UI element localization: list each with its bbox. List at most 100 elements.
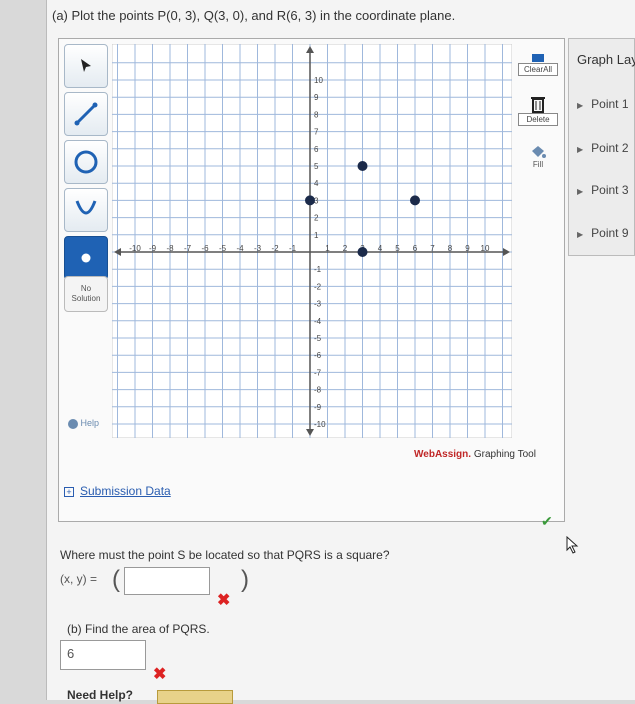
y-tick-label: -2	[314, 282, 322, 291]
y-tick-label: -1	[314, 265, 322, 274]
layer-item[interactable]: ▶ Point 1	[577, 97, 629, 111]
layer-item-label: Point 9	[591, 226, 629, 240]
y-tick-label: 1	[314, 231, 319, 240]
question-a-text: (a) Plot the points P(0, 3), Q(3, 0), an…	[52, 8, 456, 23]
delete-label: Delete	[518, 112, 558, 126]
layer-item[interactable]: ▶ Point 3	[577, 183, 629, 197]
fill-label: Fill	[532, 159, 544, 169]
x-tick-label: -5	[219, 244, 227, 253]
y-tick-label: 7	[314, 128, 319, 137]
submission-data-link[interactable]: + Submission Data	[64, 484, 171, 498]
layer-item[interactable]: ▶ Point 2	[577, 141, 629, 155]
y-tick-label: 8	[314, 110, 319, 119]
circle-icon	[74, 150, 98, 174]
square-question-text: Where must the point S be located so tha…	[60, 548, 390, 562]
plotted-point-p	[305, 195, 315, 206]
plotted-point-r	[357, 161, 368, 171]
layer-item-label: Point 1	[591, 97, 629, 111]
area-answer-input[interactable]: 6	[60, 640, 146, 670]
point-tool-button[interactable]	[64, 236, 108, 280]
incorrect-x-icon: ✖	[153, 666, 167, 683]
expand-plus-icon: +	[64, 487, 74, 497]
graph-background	[112, 44, 512, 438]
graph-layers-panel: Graph Lay ▶ Point 1 ▶ Point 2 ▶ Point 3 ▶ Po…	[568, 38, 635, 256]
layer-item-label: Point 3	[591, 183, 629, 197]
parabola-tool-button[interactable]	[64, 188, 108, 232]
trash-icon	[531, 96, 545, 113]
x-tick-label: 4	[378, 244, 383, 253]
layer-item-label: Point 2	[591, 141, 629, 155]
y-tick-label: -6	[314, 351, 322, 360]
paint-bucket-icon	[532, 145, 546, 158]
area-question-text: (b) Find the area of PQRS.	[67, 622, 210, 636]
y-tick-label: 2	[314, 214, 319, 223]
x-tick-label: 10	[481, 244, 490, 253]
expand-triangle-icon: ▶	[577, 230, 584, 239]
graph-layers-title: Graph Lay	[577, 52, 635, 67]
no-solution-line1: No	[80, 284, 92, 293]
x-tick-label: 9	[465, 244, 470, 253]
x-tick-label: 5	[395, 244, 400, 253]
no-solution-label: No Solution	[72, 284, 101, 304]
y-tick-label: -9	[314, 403, 322, 412]
point-dot-icon	[81, 253, 91, 263]
no-solution-button[interactable]: No Solution	[64, 276, 108, 312]
x-tick-label: -9	[149, 244, 157, 253]
y-tick-label: -10	[314, 420, 326, 429]
submission-data-label: Submission Data	[80, 484, 171, 498]
clear-all-button[interactable]: ClearAll	[516, 44, 560, 84]
layer-item[interactable]: ▶ Point 9	[577, 226, 629, 240]
expand-triangle-icon: ▶	[577, 187, 584, 196]
line-segment-icon	[74, 102, 98, 126]
arrow-pointer-icon	[81, 59, 91, 72]
x-tick-label: -6	[201, 244, 209, 253]
correct-check-icon: ✔	[541, 513, 553, 529]
delete-button[interactable]: Delete	[516, 90, 560, 130]
y-tick-label: -8	[314, 386, 322, 395]
y-tick-label: -7	[314, 368, 322, 377]
brand-highlight: Assign.	[434, 449, 472, 460]
fill-button[interactable]: Fill	[516, 136, 560, 176]
pointer-tool-button[interactable]	[64, 44, 108, 88]
coordinate-plane[interactable]: -10-9-8-7-6-5-4-3-2-11234567891010987654…	[112, 44, 512, 438]
xy-label: (x, y) =	[60, 572, 98, 586]
no-solution-line2: Solution	[71, 294, 101, 303]
open-paren: (	[112, 566, 120, 593]
x-tick-label: 1	[325, 244, 330, 253]
x-tick-label: -4	[236, 244, 244, 253]
help-icon	[68, 418, 78, 429]
x-tick-label: 7	[430, 244, 435, 253]
x-tick-label: 6	[413, 244, 418, 253]
plotted-point-s	[410, 195, 420, 206]
close-paren: )	[241, 566, 249, 593]
x-tick-label: -10	[129, 244, 141, 253]
clear-all-icon	[532, 53, 544, 62]
mouse-cursor-icon	[566, 536, 579, 554]
point-s-answer-input[interactable]	[124, 567, 210, 595]
x-tick-label: -3	[254, 244, 262, 253]
x-tick-label: -2	[271, 244, 279, 253]
y-tick-label: 6	[314, 145, 319, 154]
expand-triangle-icon: ▶	[577, 145, 584, 154]
help-link[interactable]: Help	[68, 418, 99, 429]
circle-tool-button[interactable]	[64, 140, 108, 184]
webassign-branding: WebAssign. Graphing Tool	[414, 449, 536, 460]
plotted-point-q	[357, 247, 368, 257]
line-tool-button[interactable]	[64, 92, 108, 136]
help-label: Help	[80, 418, 100, 428]
read-it-button[interactable]	[157, 690, 233, 704]
x-tick-label: -1	[289, 244, 297, 253]
x-tick-label: 8	[448, 244, 453, 253]
clear-all-label: ClearAll	[518, 62, 558, 76]
y-tick-label: 10	[314, 76, 323, 85]
brand-prefix: Web	[414, 449, 435, 460]
y-tick-label: 5	[314, 162, 319, 171]
y-tick-label: -3	[314, 300, 322, 309]
y-tick-label: 9	[314, 93, 319, 102]
expand-triangle-icon: ▶	[577, 101, 584, 110]
parabola-icon	[75, 200, 97, 215]
x-tick-label: -7	[184, 244, 192, 253]
y-tick-label: -4	[314, 317, 322, 326]
brand-suffix: Graphing Tool	[471, 449, 536, 460]
x-tick-label: -8	[166, 244, 174, 253]
